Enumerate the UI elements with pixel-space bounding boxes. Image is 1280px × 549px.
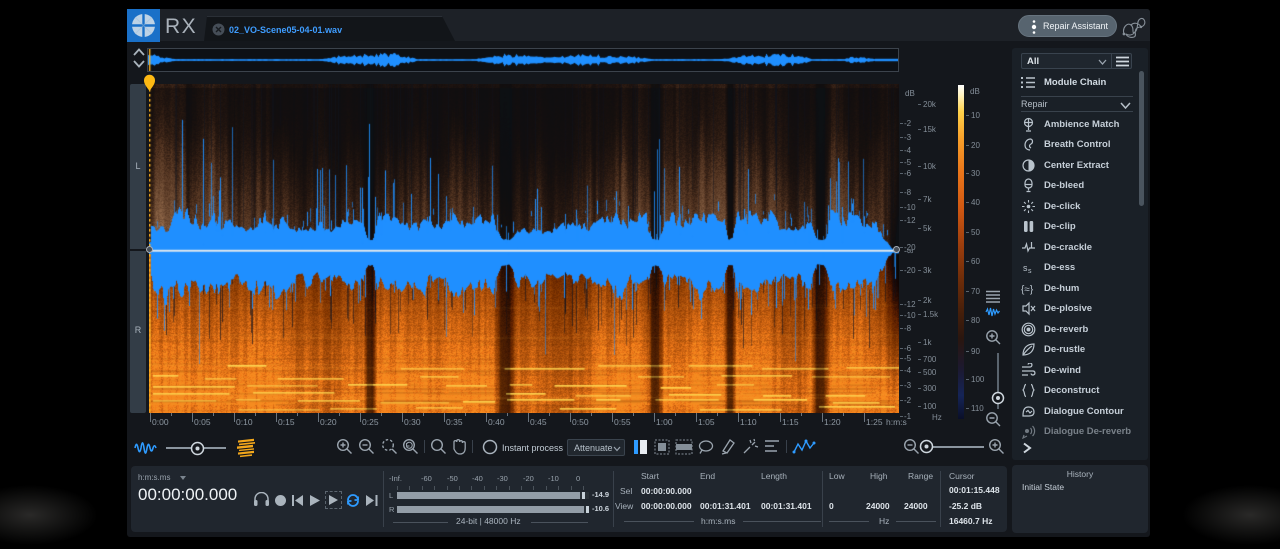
svg-text:{≈}: {≈} [1021, 284, 1034, 295]
svg-text:s: s [1028, 268, 1032, 275]
